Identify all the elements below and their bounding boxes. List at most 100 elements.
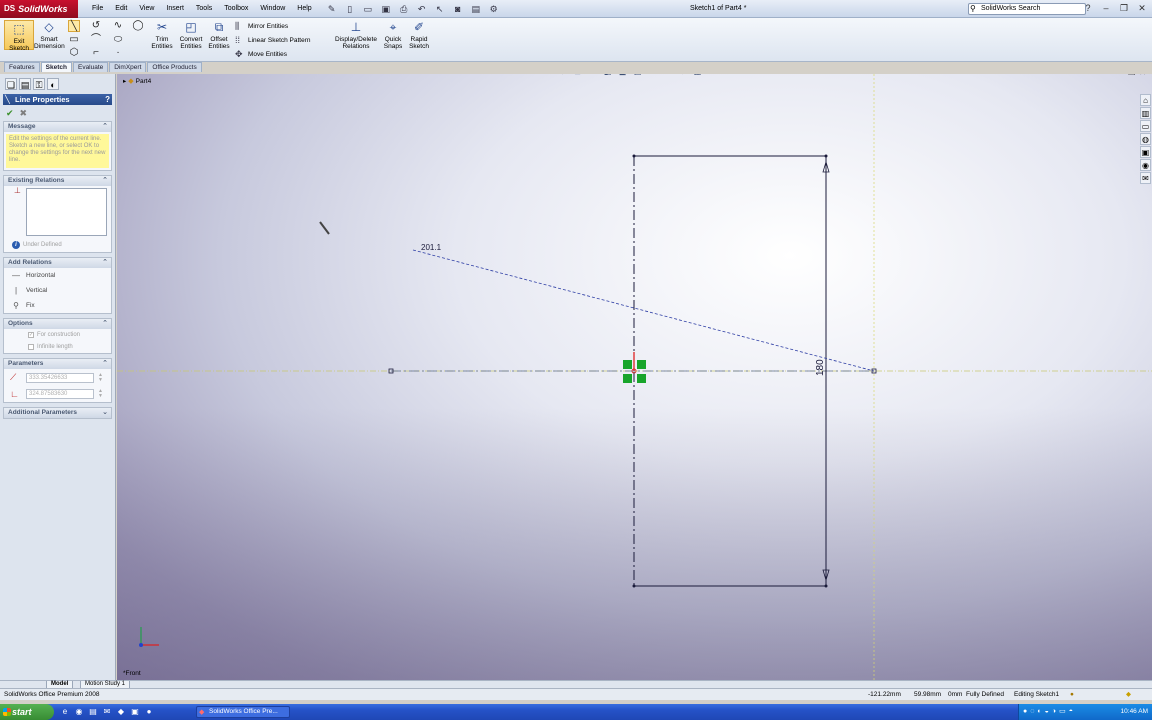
spline-icon[interactable]: ∿ <box>112 20 124 32</box>
view-orientation-icon[interactable]: ⬕ <box>617 74 628 77</box>
length-input[interactable]: 333.35426633 <box>26 372 94 383</box>
explorer-icon[interactable]: ▤ <box>88 707 98 717</box>
ellipse-icon[interactable]: ⬭ <box>112 34 124 46</box>
restore-icon[interactable]: ❐ <box>1118 2 1130 14</box>
custom-properties-icon[interactable]: ✉ <box>1140 172 1151 184</box>
media-icon[interactable]: ◉ <box>74 707 84 717</box>
save-icon[interactable]: ▣ <box>380 3 392 15</box>
tab-features[interactable]: Features <box>4 62 40 72</box>
smart-dimension-button[interactable]: ◇ Smart Dimension <box>34 20 65 50</box>
print-icon[interactable]: ⎙ <box>398 3 410 15</box>
point-icon[interactable]: · <box>112 47 124 59</box>
trim-entities-button[interactable]: ✂ Trim Entities <box>147 20 177 50</box>
move-entities-button[interactable]: ✥ Move Entities <box>235 49 287 60</box>
display-style-icon[interactable]: ◩ <box>632 74 643 77</box>
tray-monitor-icon[interactable]: ▭ <box>1059 704 1066 720</box>
parameters-header[interactable]: Parameters ⌃ <box>4 359 111 369</box>
for-construction-checkbox[interactable]: ✓ <box>28 332 34 338</box>
apply-scene-icon[interactable]: ☀ <box>677 74 688 77</box>
appearances-icon[interactable]: ◉ <box>1140 159 1151 171</box>
rebuild-light-icon[interactable]: ● <box>1070 689 1074 701</box>
menu-help[interactable]: Help <box>291 0 317 18</box>
line-icon[interactable]: ╲ <box>68 20 80 32</box>
relations-list[interactable] <box>26 188 107 236</box>
file-properties-icon[interactable]: ▤ <box>470 3 482 15</box>
exit-sketch-button[interactable]: ⬚ Exit Sketch <box>4 20 34 52</box>
taskbar-item-solidworks[interactable]: ◆ SolidWorks Office Pre... <box>196 706 290 718</box>
linear-sketch-pattern-button[interactable]: ⁞⁞ Linear Sketch Pattern <box>235 35 311 45</box>
configuration-manager-icon[interactable]: ⚿ <box>33 78 45 90</box>
menu-insert[interactable]: Insert <box>160 0 190 18</box>
pin-icon[interactable]: ✎ <box>326 3 338 15</box>
mirror-entities-button[interactable]: ⫼ Mirror Entities <box>235 21 288 32</box>
view-palette-icon[interactable]: ▣ <box>1140 146 1151 158</box>
angle-spinner[interactable]: ▲ ▼ <box>98 389 104 399</box>
centerpoint-arc-icon[interactable]: ↺ <box>90 20 102 32</box>
rebuild-icon[interactable]: ◙ <box>452 3 464 15</box>
feature-manager-icon[interactable]: ❏ <box>5 78 17 90</box>
vertex-top-left[interactable] <box>632 154 636 158</box>
tray-security-icon[interactable]: ◒ <box>1045 704 1049 720</box>
doc-close-icon[interactable]: ✕ <box>1139 74 1146 77</box>
menu-edit[interactable]: Edit <box>109 0 133 18</box>
help-icon[interactable]: ? <box>1082 2 1094 14</box>
select-icon[interactable]: ↖ <box>434 3 446 15</box>
tab-evaluate[interactable]: Evaluate <box>72 62 109 72</box>
vertex-top-right[interactable] <box>824 154 828 158</box>
existing-relations-header[interactable]: Existing Relations ⌃ <box>4 176 111 186</box>
display-delete-relations-button[interactable]: ⊥ Display/Delete Relations <box>334 20 378 50</box>
for-construction-option[interactable]: ✓ For construction <box>4 329 111 341</box>
tab-sketch[interactable]: Sketch <box>40 62 72 72</box>
record-icon[interactable]: ● <box>144 707 154 717</box>
section-view-icon[interactable]: ◧ <box>602 74 613 77</box>
minimize-icon[interactable]: – <box>1100 2 1112 14</box>
property-manager-icon[interactable]: ▤ <box>19 78 31 90</box>
graphics-area[interactable]: ▸ ◆ Part4 201.1 180 *Front <box>117 74 1152 680</box>
vertex-bottom-right[interactable] <box>824 584 828 588</box>
polygon-icon[interactable]: ⬡ <box>68 47 80 59</box>
convert-entities-button[interactable]: ◰ Convert Entities <box>176 20 206 50</box>
menu-tools[interactable]: Tools <box>190 0 218 18</box>
tab-office-products[interactable]: Office Products <box>147 62 202 72</box>
cancel-x-icon[interactable]: ✖ <box>20 107 28 119</box>
desktop-icon[interactable]: ▣ <box>130 707 140 717</box>
add-relations-header[interactable]: Add Relations ⌃ <box>4 258 111 268</box>
menu-file[interactable]: File <box>86 0 109 18</box>
options-icon[interactable]: ⚙ <box>488 3 500 15</box>
relation-horizontal[interactable]: — Horizontal <box>4 268 111 283</box>
fillet-icon[interactable]: ⌐ <box>90 47 102 59</box>
hide-show-icon[interactable]: ◌ <box>647 74 658 77</box>
message-header[interactable]: Message ⌃ <box>4 122 111 132</box>
dimension-diagonal[interactable]: 201.1 <box>421 243 442 252</box>
rapid-sketch-button[interactable]: ✐ Rapid Sketch <box>404 20 434 50</box>
search-input[interactable]: ⚲ SolidWorks Search <box>968 3 1086 15</box>
vertex-bottom-left[interactable] <box>632 584 636 588</box>
angle-input[interactable]: 324.87583630 <box>26 389 94 399</box>
diagonal-dimension-line[interactable] <box>412 249 875 372</box>
help-icon[interactable]: ? <box>105 94 110 105</box>
menu-toolbox[interactable]: Toolbox <box>218 0 254 18</box>
tray-update-icon[interactable]: ◑ <box>1052 704 1056 720</box>
file-explorer-icon[interactable]: ▭ <box>1140 120 1151 132</box>
relation-fix[interactable]: ⚲ Fix <box>4 298 111 313</box>
tray-volume-icon[interactable]: ◐ <box>1037 704 1041 720</box>
menu-view[interactable]: View <box>133 0 160 18</box>
new-file-icon[interactable]: ▯ <box>344 3 356 15</box>
solidworks-resources-icon[interactable]: ⌂ <box>1140 94 1151 106</box>
undo-icon[interactable]: ↶ <box>416 3 428 15</box>
edit-appearance-icon[interactable]: ◕ <box>662 74 673 77</box>
open-file-icon[interactable]: ▭ <box>362 3 374 15</box>
close-icon[interactable]: ✕ <box>1136 2 1148 14</box>
infinite-length-option[interactable]: Infinite length <box>4 341 111 353</box>
infinite-length-checkbox[interactable] <box>28 344 34 350</box>
tangent-arc-icon[interactable]: ⌒ <box>90 34 102 46</box>
sw-icon[interactable]: ◆ <box>116 707 126 717</box>
zoom-area-icon[interactable]: ⊞ <box>572 74 583 77</box>
ok-check-icon[interactable]: ✔ <box>6 107 14 119</box>
search-results-icon[interactable]: ◍ <box>1140 133 1151 145</box>
relation-vertical[interactable]: | Vertical <box>4 283 111 298</box>
design-library-icon[interactable]: ▥ <box>1140 107 1151 119</box>
options-header[interactable]: Options ⌃ <box>4 319 111 329</box>
length-spinner[interactable]: ▲ ▼ <box>98 372 104 383</box>
tray-record-icon[interactable]: ● <box>1023 704 1027 720</box>
